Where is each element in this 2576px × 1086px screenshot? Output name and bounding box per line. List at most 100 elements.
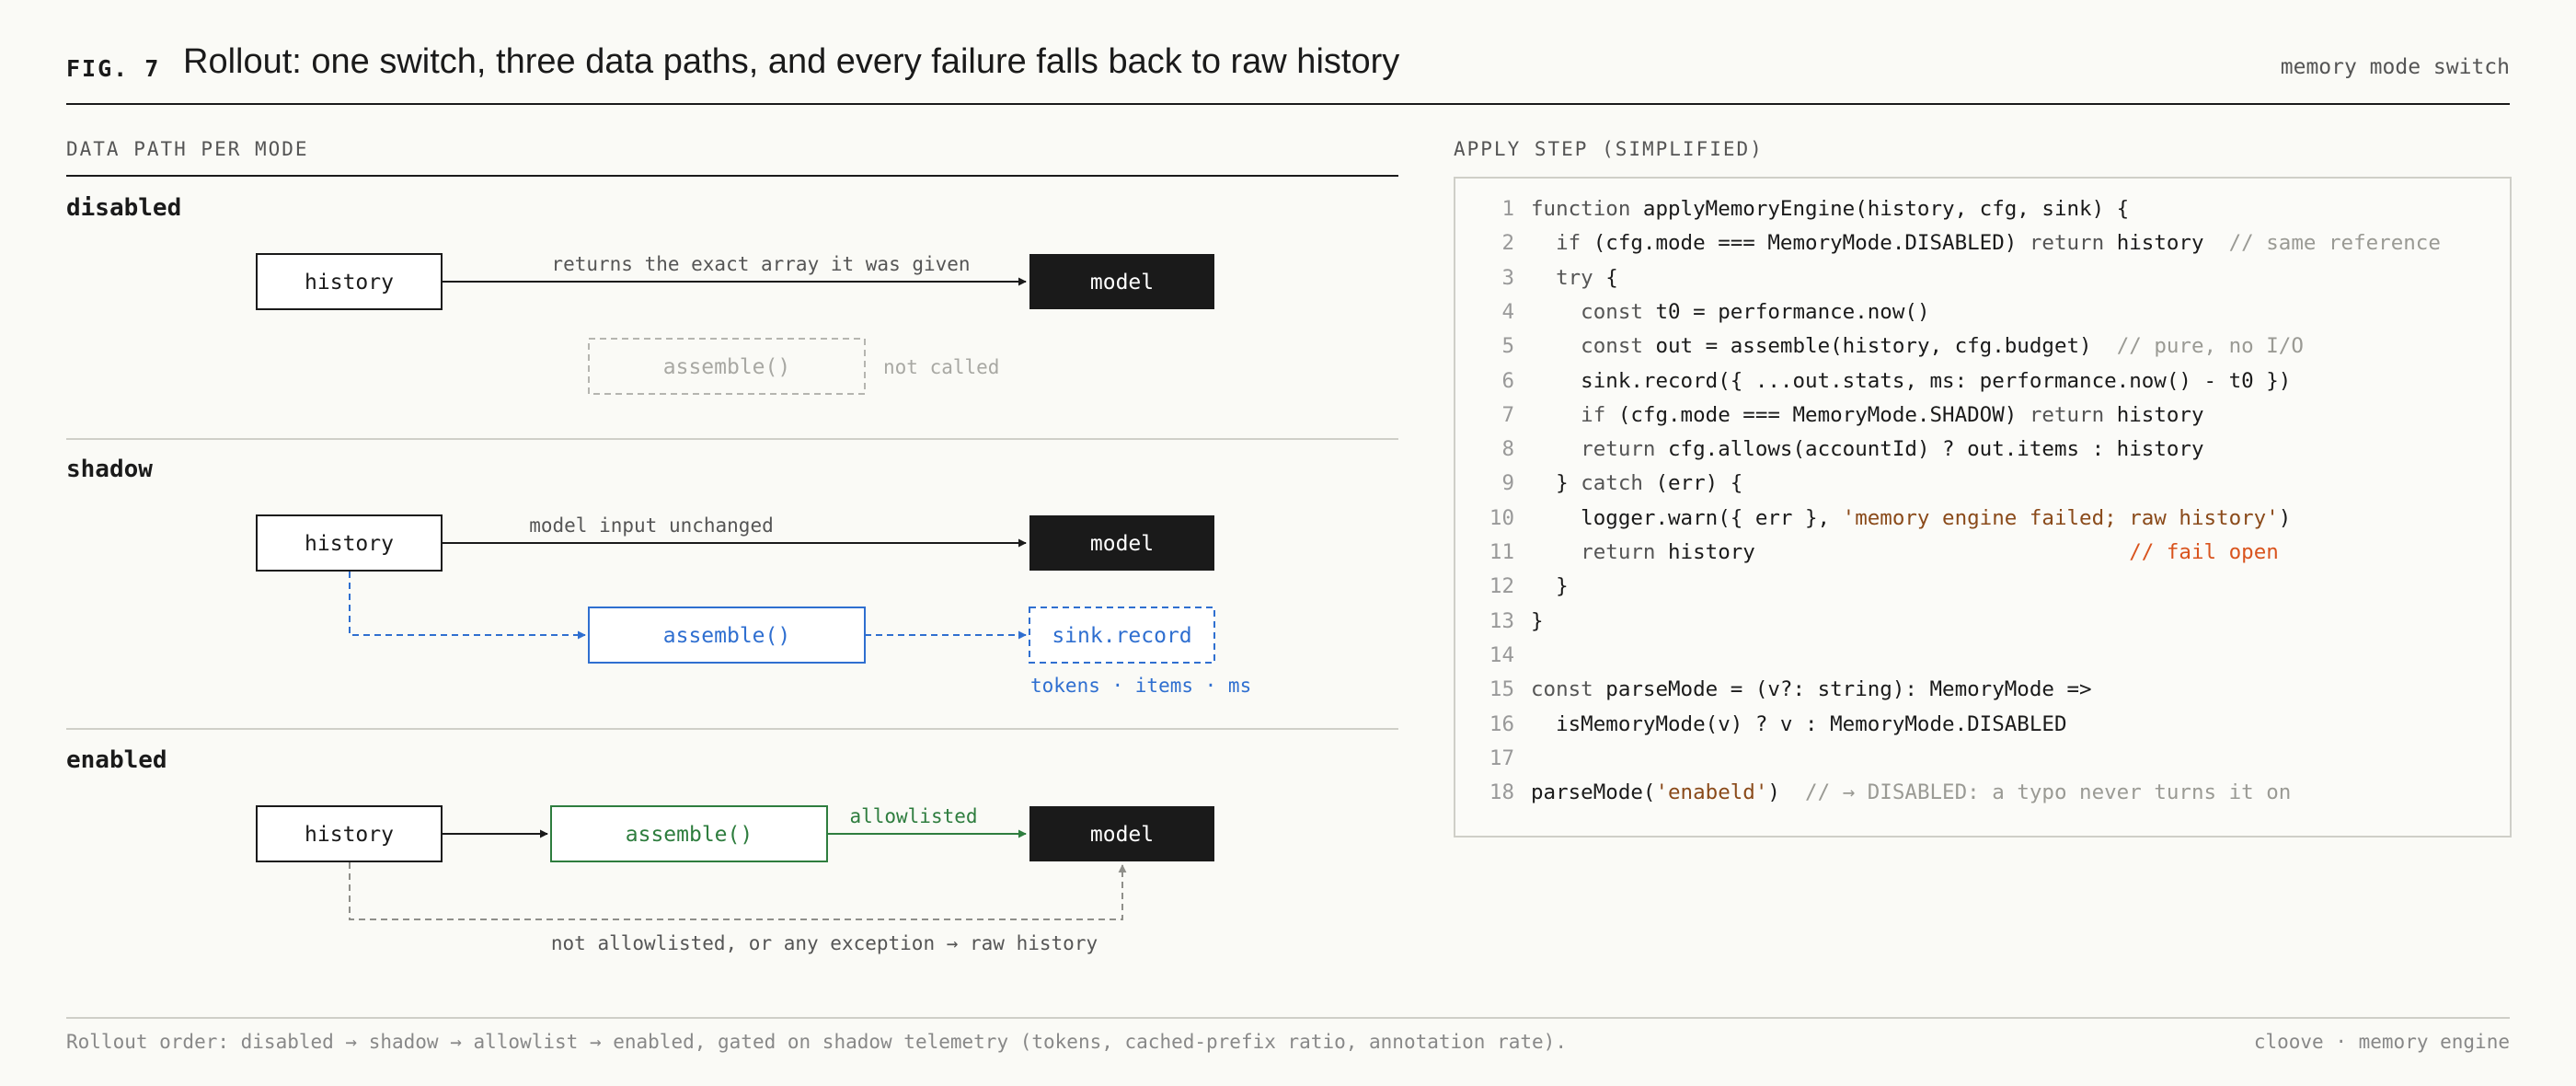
code-token: history bbox=[2116, 402, 2204, 427]
assemble-node-label: assemble() bbox=[626, 823, 753, 847]
code-token: } bbox=[1531, 608, 1544, 633]
model-node-label: model bbox=[1090, 823, 1154, 847]
code-token: // same reference bbox=[2228, 231, 2441, 256]
code-token: // → DISABLED: a typo never turns it on bbox=[1805, 780, 2292, 805]
line-number: 4 bbox=[1501, 299, 1514, 324]
code-text: return history // fail open bbox=[1531, 540, 2279, 564]
data-path-diagram: history returns the exact array it was g… bbox=[256, 253, 1251, 954]
code-line: 5 const out = assemble(history, cfg.budg… bbox=[1455, 334, 2510, 368]
direct-arrow-label: returns the exact array it was given bbox=[551, 253, 970, 275]
footer-rule bbox=[66, 1017, 2510, 1019]
code-line: 3 try { bbox=[1455, 266, 2510, 300]
line-number: 1 bbox=[1501, 197, 1514, 221]
code-line: 12 } bbox=[1455, 574, 2510, 608]
code-token: catch bbox=[1581, 471, 1656, 496]
code-token: isMemoryMode(v) ? v : MemoryMode.DISABLE… bbox=[1531, 711, 2067, 736]
code-token: return bbox=[2029, 231, 2117, 256]
enabled-path: history assemble() allowlisted model not… bbox=[256, 805, 1214, 954]
code-token: 'memory engine failed; raw history' bbox=[1842, 505, 2279, 530]
code-token: return bbox=[2029, 402, 2117, 427]
history-node-label: history bbox=[305, 271, 394, 295]
fallback-arrow bbox=[349, 862, 1127, 920]
code-token: cfg.allows(accountId) ? out.items : hist… bbox=[1668, 437, 2204, 462]
code-line: 10 logger.warn({ err }, 'memory engine f… bbox=[1455, 506, 2510, 540]
footer-note: Rollout order: disabled → shadow → allow… bbox=[66, 1031, 1567, 1053]
code-token: logger.warn({ err }, bbox=[1531, 505, 1843, 530]
code-token: parseMode = (v?: string): MemoryMode => bbox=[1605, 677, 2092, 702]
right-section-label: APPLY STEP (SIMPLIFIED) bbox=[1454, 138, 1764, 160]
allowlisted-label: allowlisted bbox=[849, 805, 977, 827]
code-token: if bbox=[1531, 231, 1593, 256]
line-number: 12 bbox=[1489, 574, 1514, 599]
header-caption: memory mode switch bbox=[2280, 55, 2510, 79]
code-token: (cfg.mode === MemoryMode.SHADOW) bbox=[1617, 402, 2030, 427]
line-number: 13 bbox=[1489, 608, 1514, 633]
code-line: 13} bbox=[1455, 609, 2510, 643]
line-number: 14 bbox=[1489, 642, 1514, 667]
footer-credit: cloove · memory engine bbox=[2253, 1031, 2510, 1053]
code-token: sink.record({ ...out.stats, ms: performa… bbox=[1531, 368, 2292, 393]
code-token: applyMemoryEngine(history, cfg, sink) { bbox=[1642, 197, 2130, 221]
code-text: if (cfg.mode === MemoryMode.SHADOW) retu… bbox=[1531, 402, 2204, 427]
code-text: const t0 = performance.now() bbox=[1531, 300, 1929, 324]
code-line: 17 bbox=[1455, 746, 2510, 780]
code-text: const parseMode = (v?: string): MemoryMo… bbox=[1531, 677, 2092, 701]
code-token: } bbox=[1531, 471, 1581, 496]
code-line: 14 bbox=[1455, 643, 2510, 677]
shadow-path: history model input unchanged model asse… bbox=[256, 514, 1251, 697]
code-line: 1 function applyMemoryEngine(history, cfg… bbox=[1455, 197, 2510, 231]
code-token: out = assemble(history, cfg.budget) bbox=[1655, 334, 2117, 359]
code-token: } bbox=[1531, 574, 1569, 599]
line-number: 15 bbox=[1489, 677, 1514, 702]
code-text: } catch (err) { bbox=[1531, 471, 1742, 495]
code-text: isMemoryMode(v) ? v : MemoryMode.DISABLE… bbox=[1531, 712, 2066, 736]
code-text: try { bbox=[1531, 266, 1618, 290]
line-number: 5 bbox=[1501, 334, 1514, 359]
line-number: 18 bbox=[1489, 780, 1514, 805]
assemble-node-label: assemble() bbox=[663, 355, 790, 379]
code-line: 16 isMemoryMode(v) ? v : MemoryMode.DISA… bbox=[1455, 712, 2510, 746]
history-node-label: history bbox=[305, 532, 394, 556]
code-token: const bbox=[1531, 299, 1656, 324]
code-token: const bbox=[1531, 677, 1606, 702]
code-text: const out = assemble(history, cfg.budget… bbox=[1531, 334, 2304, 358]
code-token: const bbox=[1531, 334, 1656, 359]
code-line: 2 if (cfg.mode === MemoryMode.DISABLED) … bbox=[1455, 231, 2510, 265]
line-number: 7 bbox=[1501, 402, 1514, 427]
code-block: 1 function applyMemoryEngine(history, cfg… bbox=[1454, 177, 2512, 838]
telemetry-note: tokens · items · ms bbox=[1030, 675, 1251, 697]
line-number: 16 bbox=[1489, 711, 1514, 736]
line-number: 2 bbox=[1501, 231, 1514, 256]
code-token: // fail open bbox=[2129, 540, 2279, 564]
code-token: history bbox=[2116, 231, 2229, 256]
line-number: 6 bbox=[1501, 368, 1514, 393]
code-token: ) bbox=[1767, 780, 1806, 805]
code-text: if (cfg.mode === MemoryMode.DISABLED) re… bbox=[1531, 231, 2441, 255]
code-text: function applyMemoryEngine(history, cfg,… bbox=[1531, 197, 2129, 221]
model-node-label: model bbox=[1090, 532, 1154, 556]
code-token: parseMode( bbox=[1531, 780, 1656, 805]
code-line: 18 parseMode('enabeld') // → DISABLED: a … bbox=[1455, 780, 2510, 814]
direct-arrow-label: model input unchanged bbox=[529, 514, 774, 537]
sink-record-label: sink.record bbox=[1052, 624, 1191, 648]
code-text: } bbox=[1531, 609, 1544, 633]
code-line: 6 sink.record({ ...out.stats, ms: perfor… bbox=[1455, 369, 2510, 403]
code-token: return bbox=[1531, 540, 1669, 564]
code-token: 'enabeld' bbox=[1655, 780, 1768, 805]
line-number: 11 bbox=[1489, 540, 1514, 564]
code-token: // pure, no I/O bbox=[2116, 334, 2304, 359]
code-token: function bbox=[1531, 197, 1643, 221]
code-token: try bbox=[1531, 265, 1606, 290]
code-token: { bbox=[1605, 265, 1618, 290]
fallback-label: not allowlisted, or any exception → raw … bbox=[551, 932, 1098, 954]
code-line: 15 const parseMode = (v?: string): Memory… bbox=[1455, 677, 2510, 711]
code-text: return cfg.allows(accountId) ? out.items… bbox=[1531, 437, 2204, 462]
code-text: sink.record({ ...out.stats, ms: performa… bbox=[1531, 369, 2291, 393]
code-text: logger.warn({ err }, 'memory engine fail… bbox=[1531, 506, 2291, 530]
code-token: history bbox=[1668, 540, 2130, 564]
code-line: 4 const t0 = performance.now() bbox=[1455, 300, 2510, 334]
line-number: 3 bbox=[1501, 265, 1514, 290]
code-line: 11 return history // fail open bbox=[1455, 540, 2510, 574]
code-text: parseMode('enabeld') // → DISABLED: a ty… bbox=[1531, 780, 2291, 804]
code-token: (err) { bbox=[1655, 471, 1743, 496]
